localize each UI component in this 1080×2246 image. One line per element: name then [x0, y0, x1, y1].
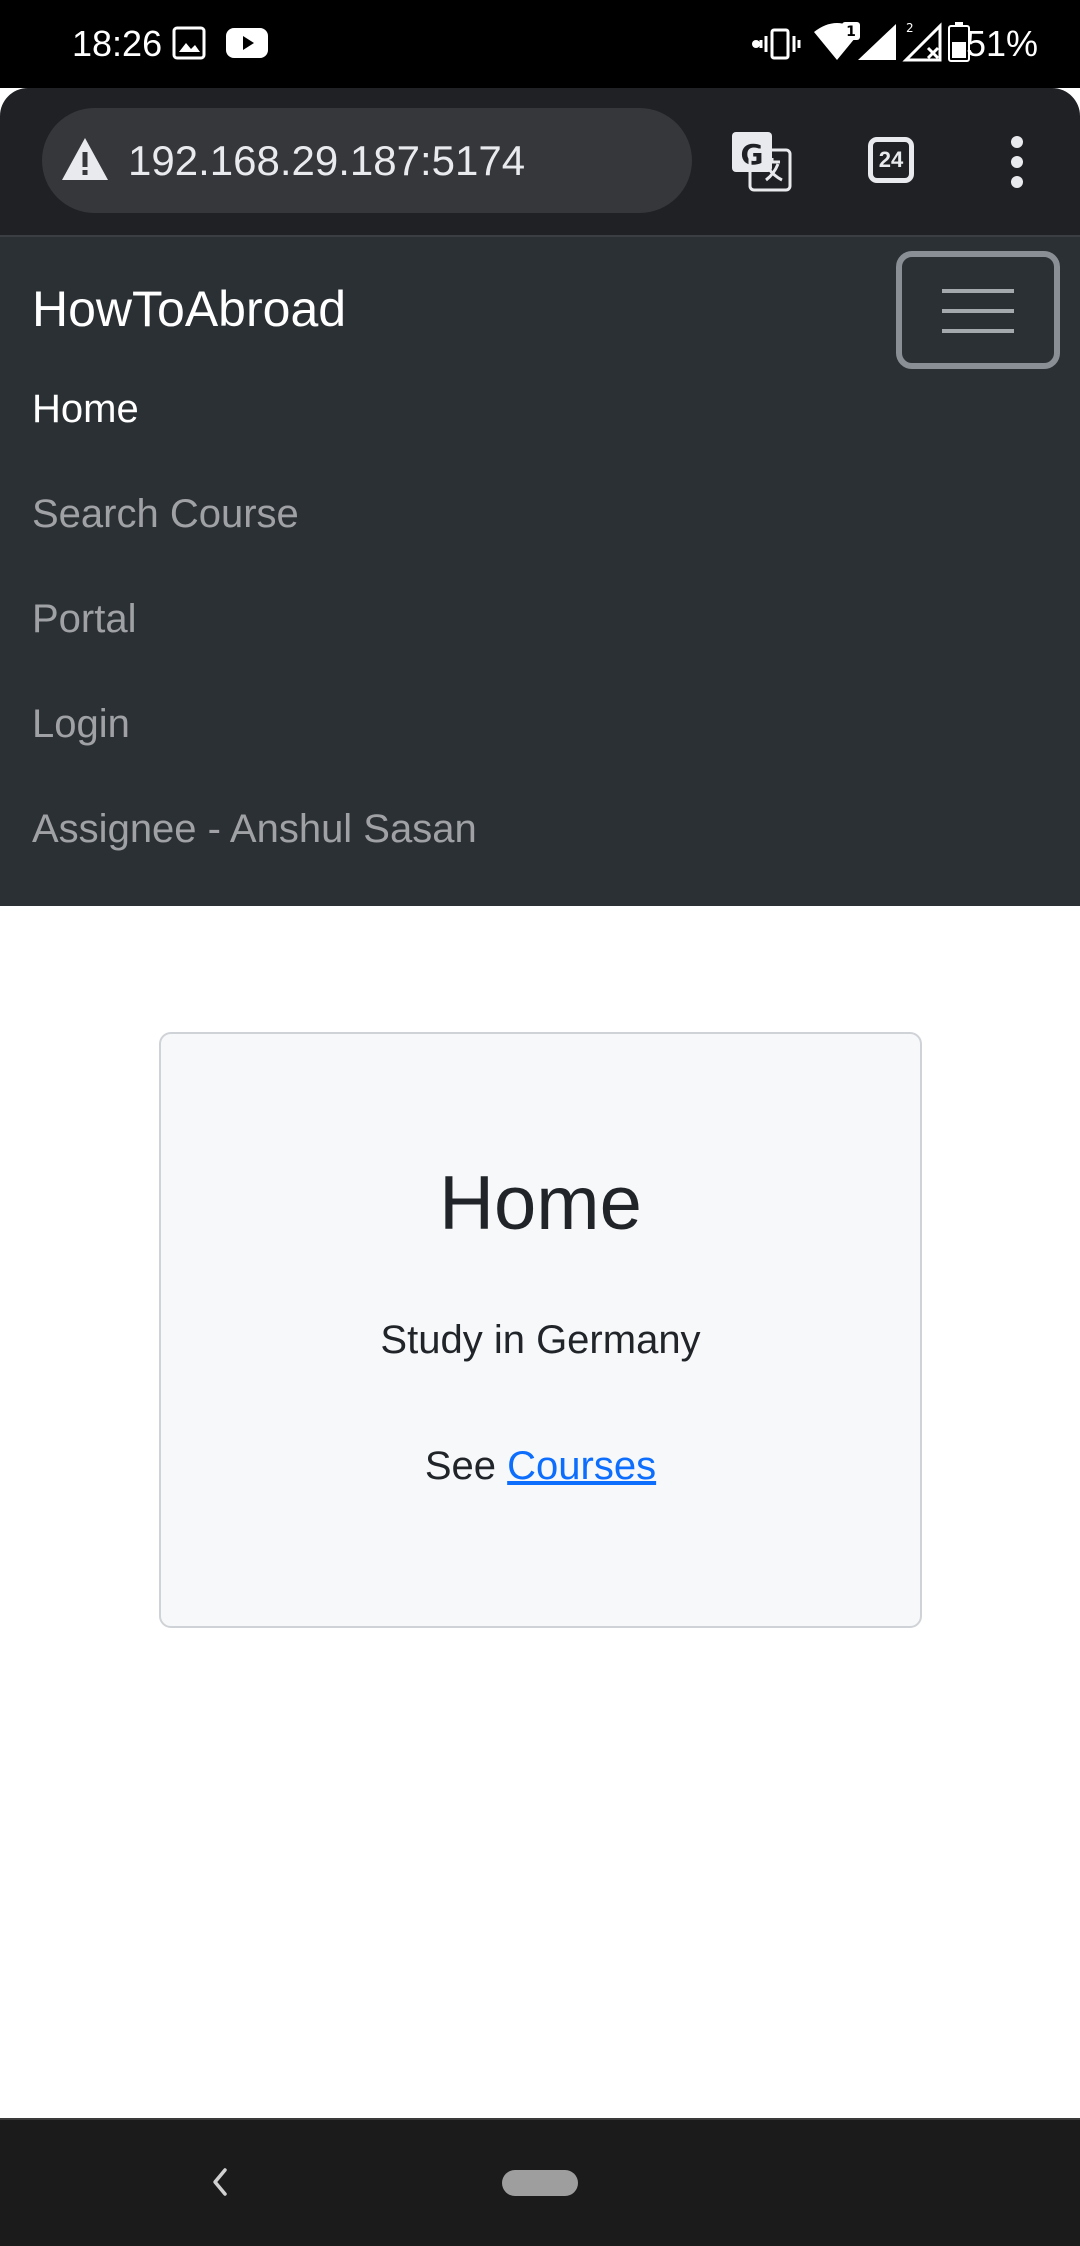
- browser-toolbar: 192.168.29.187:5174 G 24: [0, 88, 1080, 235]
- image-icon: [172, 26, 206, 60]
- status-time: 18:26: [72, 23, 163, 64]
- signal-icon: [858, 24, 896, 60]
- nav-link-portal[interactable]: Portal: [32, 595, 137, 643]
- youtube-icon: [226, 28, 268, 58]
- nav-link-home[interactable]: Home: [32, 385, 139, 433]
- status-bar: 18:26 1 2 51%: [0, 0, 1080, 88]
- hamburger-icon: [942, 289, 1014, 333]
- courses-link[interactable]: Courses: [507, 1444, 656, 1488]
- navbar-brand[interactable]: HowToAbroad: [32, 279, 346, 339]
- battery-percentage: 51%: [965, 23, 1038, 64]
- signal-no-data-icon: 2: [902, 21, 942, 62]
- warning-icon[interactable]: [60, 136, 110, 182]
- see-courses-line: See Courses: [161, 1442, 920, 1490]
- card-subtitle: Study in Germany: [380, 1318, 701, 1362]
- svg-text:2: 2: [906, 21, 914, 35]
- address-bar[interactable]: 192.168.29.187:5174: [42, 108, 692, 213]
- navbar-toggler-button[interactable]: [896, 251, 1060, 369]
- url-text[interactable]: 192.168.29.187:5174: [128, 138, 525, 184]
- wifi-icon: 1: [814, 22, 860, 60]
- navbar: HowToAbroad Home Search Course Portal Lo…: [0, 235, 1080, 906]
- more-vert-icon[interactable]: [1006, 134, 1028, 190]
- home-card: Home Study in Germany See Courses: [159, 1032, 922, 1628]
- nav-link-search-course[interactable]: Search Course: [32, 490, 299, 538]
- home-pill-button[interactable]: [502, 2170, 578, 2196]
- see-prefix: See: [424, 1444, 497, 1488]
- svg-text:G: G: [741, 138, 764, 171]
- nav-link-login[interactable]: Login: [32, 700, 130, 748]
- svg-text:1: 1: [846, 24, 856, 40]
- tabs-icon[interactable]: 24: [868, 137, 914, 183]
- vibrate-icon: [752, 28, 801, 60]
- back-icon[interactable]: [205, 2162, 235, 2202]
- page-title: Home: [439, 1161, 642, 1246]
- nav-link-assignee[interactable]: Assignee - Anshul Sasan: [32, 805, 477, 853]
- translate-icon[interactable]: G: [730, 130, 792, 192]
- system-nav-bar: [0, 2120, 1080, 2246]
